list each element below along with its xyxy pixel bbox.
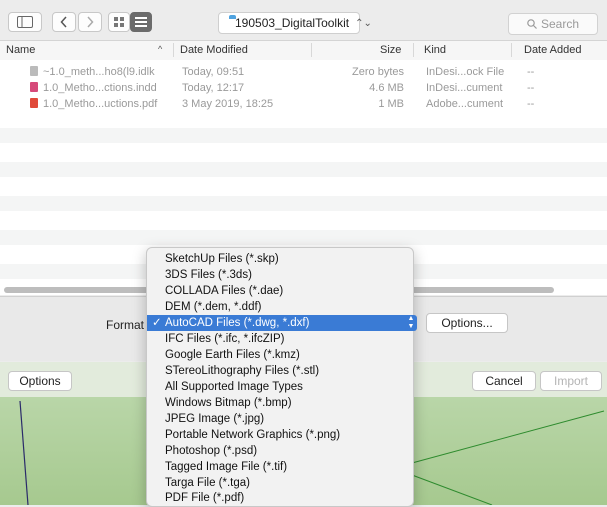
back-button[interactable] (52, 12, 76, 32)
chevron-right-icon (87, 16, 94, 28)
column-headers: Name ^ Date Modified Size Kind Date Adde… (0, 40, 607, 61)
format-option[interactable]: SketchUp Files (*.skp) (147, 251, 413, 267)
column-header-date-modified[interactable]: Date Modified (180, 44, 248, 56)
icon-view-button[interactable] (108, 12, 130, 32)
column-header-date-added[interactable]: Date Added (524, 44, 582, 56)
file-name: 1.0_Metho...uctions.pdf (43, 98, 158, 110)
list-view-button[interactable] (130, 12, 152, 32)
format-options-button[interactable]: Options... (426, 313, 508, 333)
location-popup[interactable]: 190503_DigitalToolkit ⌃⌄ (218, 12, 372, 34)
format-option[interactable]: DEM (*.dem, *.ddf) (147, 299, 413, 315)
format-option[interactable]: All Supported Image Types (147, 379, 413, 395)
lock-file-icon (30, 66, 38, 76)
file-kind: InDesi...cument (426, 82, 503, 94)
format-option[interactable]: JPEG Image (*.jpg) (147, 411, 413, 427)
location-label: 190503_DigitalToolkit (235, 16, 350, 30)
popup-arrows-icon[interactable]: ▲ ▼ (405, 315, 417, 331)
empty-row (0, 196, 607, 211)
column-divider (173, 43, 174, 57)
format-option[interactable]: Portable Network Graphics (*.png) (147, 427, 413, 443)
file-row[interactable]: 1.0_Metho...uctions.pdf 3 May 2019, 18:2… (0, 97, 607, 112)
format-option[interactable]: Photoshop (*.psd) (147, 443, 413, 459)
file-row[interactable]: 1.0_Metho...ctions.indd Today, 12:17 4.6… (0, 81, 607, 96)
format-option[interactable]: STereoLithography Files (*.stl) (147, 363, 413, 379)
file-date-added: -- (527, 66, 535, 78)
sidebar-icon (17, 16, 33, 28)
format-option[interactable]: PDF File (*.pdf) (147, 490, 413, 506)
format-option[interactable]: Targa File (*.tga) (147, 475, 413, 491)
format-option-selected[interactable]: ✓ AutoCAD Files (*.dwg, *.dxf) (147, 315, 413, 331)
column-header-name[interactable]: Name (6, 44, 35, 56)
file-row[interactable]: ~1.0_meth...ho8(l9.idlk Today, 09:51 Zer… (0, 65, 607, 80)
column-header-size[interactable]: Size (380, 44, 401, 56)
file-name: 1.0_Metho...ctions.indd (43, 82, 157, 94)
forward-button[interactable] (78, 12, 102, 32)
chevron-updown-icon: ⌃⌄ (355, 17, 372, 29)
cancel-button[interactable]: Cancel (472, 371, 536, 391)
file-date-modified: 3 May 2019, 18:25 (182, 98, 274, 110)
column-divider (511, 43, 512, 57)
empty-row (0, 128, 607, 143)
chevron-left-icon (60, 16, 67, 28)
search-field[interactable]: Search (508, 13, 598, 35)
file-kind: Adobe...cument (426, 98, 504, 110)
sort-ascending-icon: ^ (158, 44, 163, 54)
list-view-icon (135, 17, 147, 27)
file-size: Zero bytes (352, 66, 404, 78)
file-name: ~1.0_meth...ho8(l9.idlk (43, 66, 155, 78)
file-size: 1 MB (378, 98, 404, 110)
search-placeholder: Search (540, 17, 580, 31)
empty-row (0, 162, 607, 177)
file-date-added: -- (527, 82, 535, 94)
file-size: 4.6 MB (369, 82, 404, 94)
file-kind: InDesi...ock File (426, 66, 505, 78)
file-date-modified: Today, 09:51 (182, 66, 245, 78)
indesign-file-icon (30, 82, 38, 92)
file-date-modified: Today, 12:17 (182, 82, 245, 94)
format-option[interactable]: Tagged Image File (*.tif) (147, 459, 413, 475)
pdf-file-icon (30, 98, 38, 108)
toolbar: 190503_DigitalToolkit ⌃⌄ Search (0, 0, 607, 40)
column-header-kind[interactable]: Kind (424, 44, 446, 56)
format-option[interactable]: Google Earth Files (*.kmz) (147, 347, 413, 363)
format-option[interactable]: 3DS Files (*.3ds) (147, 267, 413, 283)
format-label: Format (106, 318, 145, 332)
column-divider (311, 43, 312, 57)
options-button[interactable]: Options (8, 371, 72, 391)
grid-view-icon (114, 17, 124, 27)
format-option[interactable]: COLLADA Files (*.dae) (147, 283, 413, 299)
column-divider (413, 43, 414, 57)
format-option[interactable]: Windows Bitmap (*.bmp) (147, 395, 413, 411)
empty-row (0, 230, 607, 245)
file-date-added: -- (527, 98, 535, 110)
format-option[interactable]: IFC Files (*.ifc, *.ifcZIP) (147, 331, 413, 347)
format-dropdown-menu: SketchUp Files (*.skp) 3DS Files (*.3ds)… (146, 247, 414, 507)
search-icon (527, 19, 537, 29)
import-button[interactable]: Import (540, 371, 602, 391)
sidebar-toggle-button[interactable] (8, 12, 42, 32)
checkmark-icon: ✓ (152, 317, 162, 329)
